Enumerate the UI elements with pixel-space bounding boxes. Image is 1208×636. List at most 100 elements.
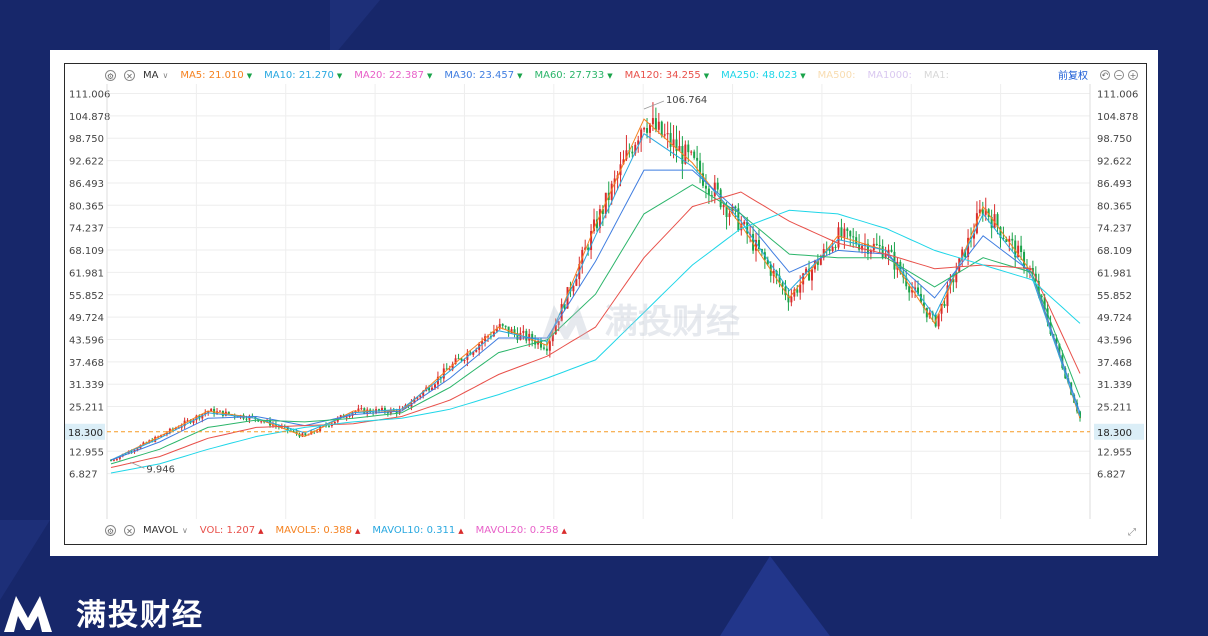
- stock-chart: ⚙ ✕ MA ∨ MA5: 21.010 ▼ MA10: 21.270 ▼ MA20: …: [64, 63, 1147, 545]
- brand-logo: 满投财经: [0, 590, 204, 634]
- candle-body: [669, 133, 672, 147]
- candle-body: [660, 121, 663, 136]
- current-price-label-right: 18.300: [1097, 428, 1132, 439]
- y-tick-label-left: 68.109: [69, 246, 104, 257]
- mavol-item: MAVOL20: 0.258 ▲: [476, 525, 567, 536]
- candle-body: [704, 185, 707, 189]
- indicator-select[interactable]: MAVOL: [143, 525, 178, 536]
- watermark-logo-icon: [542, 304, 590, 339]
- candle-body: [663, 134, 666, 136]
- y-tick-label-right: 74.237: [1097, 224, 1132, 235]
- low-annotation-label: 9.946: [146, 464, 175, 475]
- y-tick-label-left: 43.596: [69, 335, 104, 346]
- triangle-up-icon: ▲: [561, 526, 567, 535]
- mavol-name: MAVOL5:: [275, 524, 321, 536]
- candle-body: [852, 236, 855, 238]
- mavol-toolbar: ⚙ ✕ MAVOL ∨ VOL: 1.207 ▲ MAVOL5: 0.388 ▲ MAV…: [105, 521, 579, 539]
- triangle-up-icon: ▲: [258, 526, 264, 535]
- candle-body: [504, 325, 507, 327]
- candle-body: [1020, 245, 1023, 253]
- y-tick-label-right: 104.878: [1097, 112, 1138, 123]
- mavol-item: MAVOL10: 0.311 ▲: [372, 525, 463, 536]
- y-tick-label-left: 61.981: [69, 268, 104, 279]
- y-tick-label-left: 49.724: [69, 313, 104, 324]
- y-tick-label-right: 92.622: [1097, 157, 1132, 168]
- y-tick-label-right: 25.211: [1097, 403, 1132, 414]
- mavol-value: 1.207: [223, 524, 256, 536]
- candle-body: [654, 118, 657, 130]
- mavol-item: VOL: 1.207 ▲: [200, 525, 264, 536]
- y-tick-label-right: 43.596: [1097, 335, 1132, 346]
- candle-body: [525, 330, 528, 341]
- candle-body: [260, 421, 263, 423]
- gear-icon[interactable]: ⚙: [105, 524, 116, 536]
- y-tick-label-left: 37.468: [69, 358, 104, 369]
- y-tick-label-right: 111.006: [1097, 90, 1138, 101]
- candle-body: [716, 182, 719, 190]
- mavol-value: 0.258: [526, 524, 559, 536]
- candle-body: [501, 324, 504, 326]
- mavol-item: MAVOL5: 0.388 ▲: [275, 525, 360, 536]
- candle-body: [419, 395, 422, 398]
- candle-body: [245, 418, 248, 420]
- candle-body: [843, 228, 846, 238]
- y-tick-label-right: 61.981: [1097, 268, 1132, 279]
- candle-body: [846, 228, 849, 231]
- mavol-value: 0.311: [423, 524, 456, 536]
- candle-body: [746, 221, 749, 235]
- y-tick-label-left: 55.852: [69, 291, 104, 302]
- y-tick-label-right: 68.109: [1097, 246, 1132, 257]
- candle-body: [790, 296, 793, 303]
- candle-body: [345, 416, 348, 418]
- candle-body: [881, 246, 884, 258]
- candle-body: [643, 128, 646, 130]
- y-tick-label-left: 6.827: [69, 470, 98, 481]
- chevron-down-icon[interactable]: ∨: [182, 526, 188, 535]
- candle-body: [890, 249, 893, 252]
- expand-icon[interactable]: ⤢: [1128, 527, 1136, 538]
- candle-body: [304, 433, 307, 436]
- y-tick-label-right: 80.365: [1097, 201, 1132, 212]
- y-tick-label-left: 104.878: [69, 112, 110, 123]
- candle-body: [657, 121, 660, 130]
- y-tick-label-right: 86.493: [1097, 179, 1132, 190]
- close-icon[interactable]: ✕: [124, 524, 135, 536]
- candle-body: [522, 330, 525, 333]
- candle-body: [519, 332, 522, 340]
- candle-body: [115, 458, 118, 460]
- candle-body: [646, 128, 649, 133]
- candle-body: [908, 286, 911, 293]
- candle-body: [545, 348, 548, 351]
- candle-body: [380, 408, 383, 411]
- candle-body: [651, 118, 654, 125]
- candle-body: [728, 213, 731, 218]
- candle-body: [333, 421, 336, 424]
- candle-body: [875, 243, 878, 245]
- mavol-name: MAVOL20:: [475, 524, 527, 536]
- y-tick-label-left: 98.750: [69, 134, 104, 145]
- y-tick-label-right: 49.724: [1097, 313, 1132, 324]
- y-tick-label-left: 111.006: [69, 90, 110, 101]
- y-tick-label-left: 92.622: [69, 157, 104, 168]
- y-tick-label-right: 12.955: [1097, 447, 1132, 458]
- candle-body: [542, 347, 545, 349]
- triangle-up-icon: ▲: [458, 526, 464, 535]
- candle-body: [696, 157, 699, 161]
- watermark-text: 满投财经: [604, 302, 740, 342]
- vol-values: VOL: 1.207 ▲ MAVOL5: 0.388 ▲ MAVOL10: 0.311 ▲…: [200, 525, 579, 536]
- candle-body: [360, 408, 363, 410]
- candle-body: [743, 221, 746, 224]
- candle-body: [218, 410, 221, 412]
- mavol-name: VOL:: [199, 524, 224, 536]
- candle-body: [690, 151, 693, 153]
- candle-body: [840, 227, 843, 238]
- y-tick-label-right: 37.468: [1097, 358, 1132, 369]
- y-tick-label-right: 31.339: [1097, 380, 1132, 391]
- y-tick-label-right: 98.750: [1097, 134, 1132, 145]
- watermark: 满投财经: [540, 294, 740, 343]
- current-price-label-left: 18.300: [68, 428, 103, 439]
- candle-body: [687, 144, 690, 153]
- candle-body: [837, 227, 840, 248]
- y-tick-label-left: 74.237: [69, 224, 104, 235]
- candle-body: [831, 246, 834, 252]
